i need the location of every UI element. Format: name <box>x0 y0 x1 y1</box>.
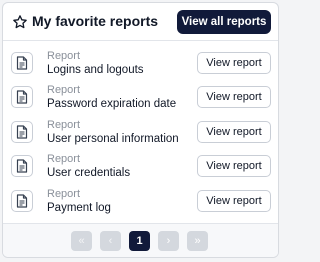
document-icon <box>16 194 28 208</box>
report-kind-label: Report <box>47 119 81 131</box>
view-report-button[interactable]: View report <box>197 121 271 143</box>
report-kind-label: Report <box>47 50 81 62</box>
pagination-bar: « ‹ 1 › » <box>3 223 278 257</box>
previous-page-button[interactable]: ‹ <box>100 231 121 251</box>
star-icon <box>13 15 27 29</box>
document-icon <box>16 56 28 70</box>
report-tile <box>11 52 33 74</box>
report-name: Logins and logouts <box>47 64 144 76</box>
report-tile <box>11 190 33 212</box>
document-icon <box>16 125 28 139</box>
report-tile <box>11 155 33 177</box>
report-name: User credentials <box>47 167 131 179</box>
report-kind-label: Report <box>47 153 81 165</box>
card-title: My favorite reports <box>32 13 159 29</box>
report-row: Report User credentials View report <box>3 150 278 184</box>
last-page-button[interactable]: » <box>187 231 208 251</box>
view-report-button[interactable]: View report <box>197 86 271 108</box>
report-row: Report Logins and logouts View report <box>3 47 278 81</box>
card-header: My favorite reports View all reports <box>3 3 278 41</box>
report-row: Report Password expiration date View rep… <box>3 81 278 115</box>
document-icon <box>16 159 28 173</box>
next-page-button[interactable]: › <box>158 231 179 251</box>
view-report-button[interactable]: View report <box>197 190 271 212</box>
report-tile <box>11 121 33 143</box>
report-row: Report Payment log View report <box>3 185 278 219</box>
view-all-reports-button[interactable]: View all reports <box>177 10 271 34</box>
view-report-button[interactable]: View report <box>197 155 271 177</box>
report-row: Report User personal information View re… <box>3 116 278 150</box>
report-tile <box>11 86 33 108</box>
document-icon <box>16 90 28 104</box>
report-name: Payment log <box>47 202 111 214</box>
favorite-reports-card: My favorite reports View all reports Rep… <box>2 2 279 258</box>
page-1-button[interactable]: 1 <box>129 231 150 251</box>
report-kind-label: Report <box>47 84 81 96</box>
report-kind-label: Report <box>47 188 81 200</box>
report-name: Password expiration date <box>47 98 177 110</box>
view-report-button[interactable]: View report <box>197 52 271 74</box>
report-name: User personal information <box>47 133 179 145</box>
first-page-button[interactable]: « <box>71 231 92 251</box>
